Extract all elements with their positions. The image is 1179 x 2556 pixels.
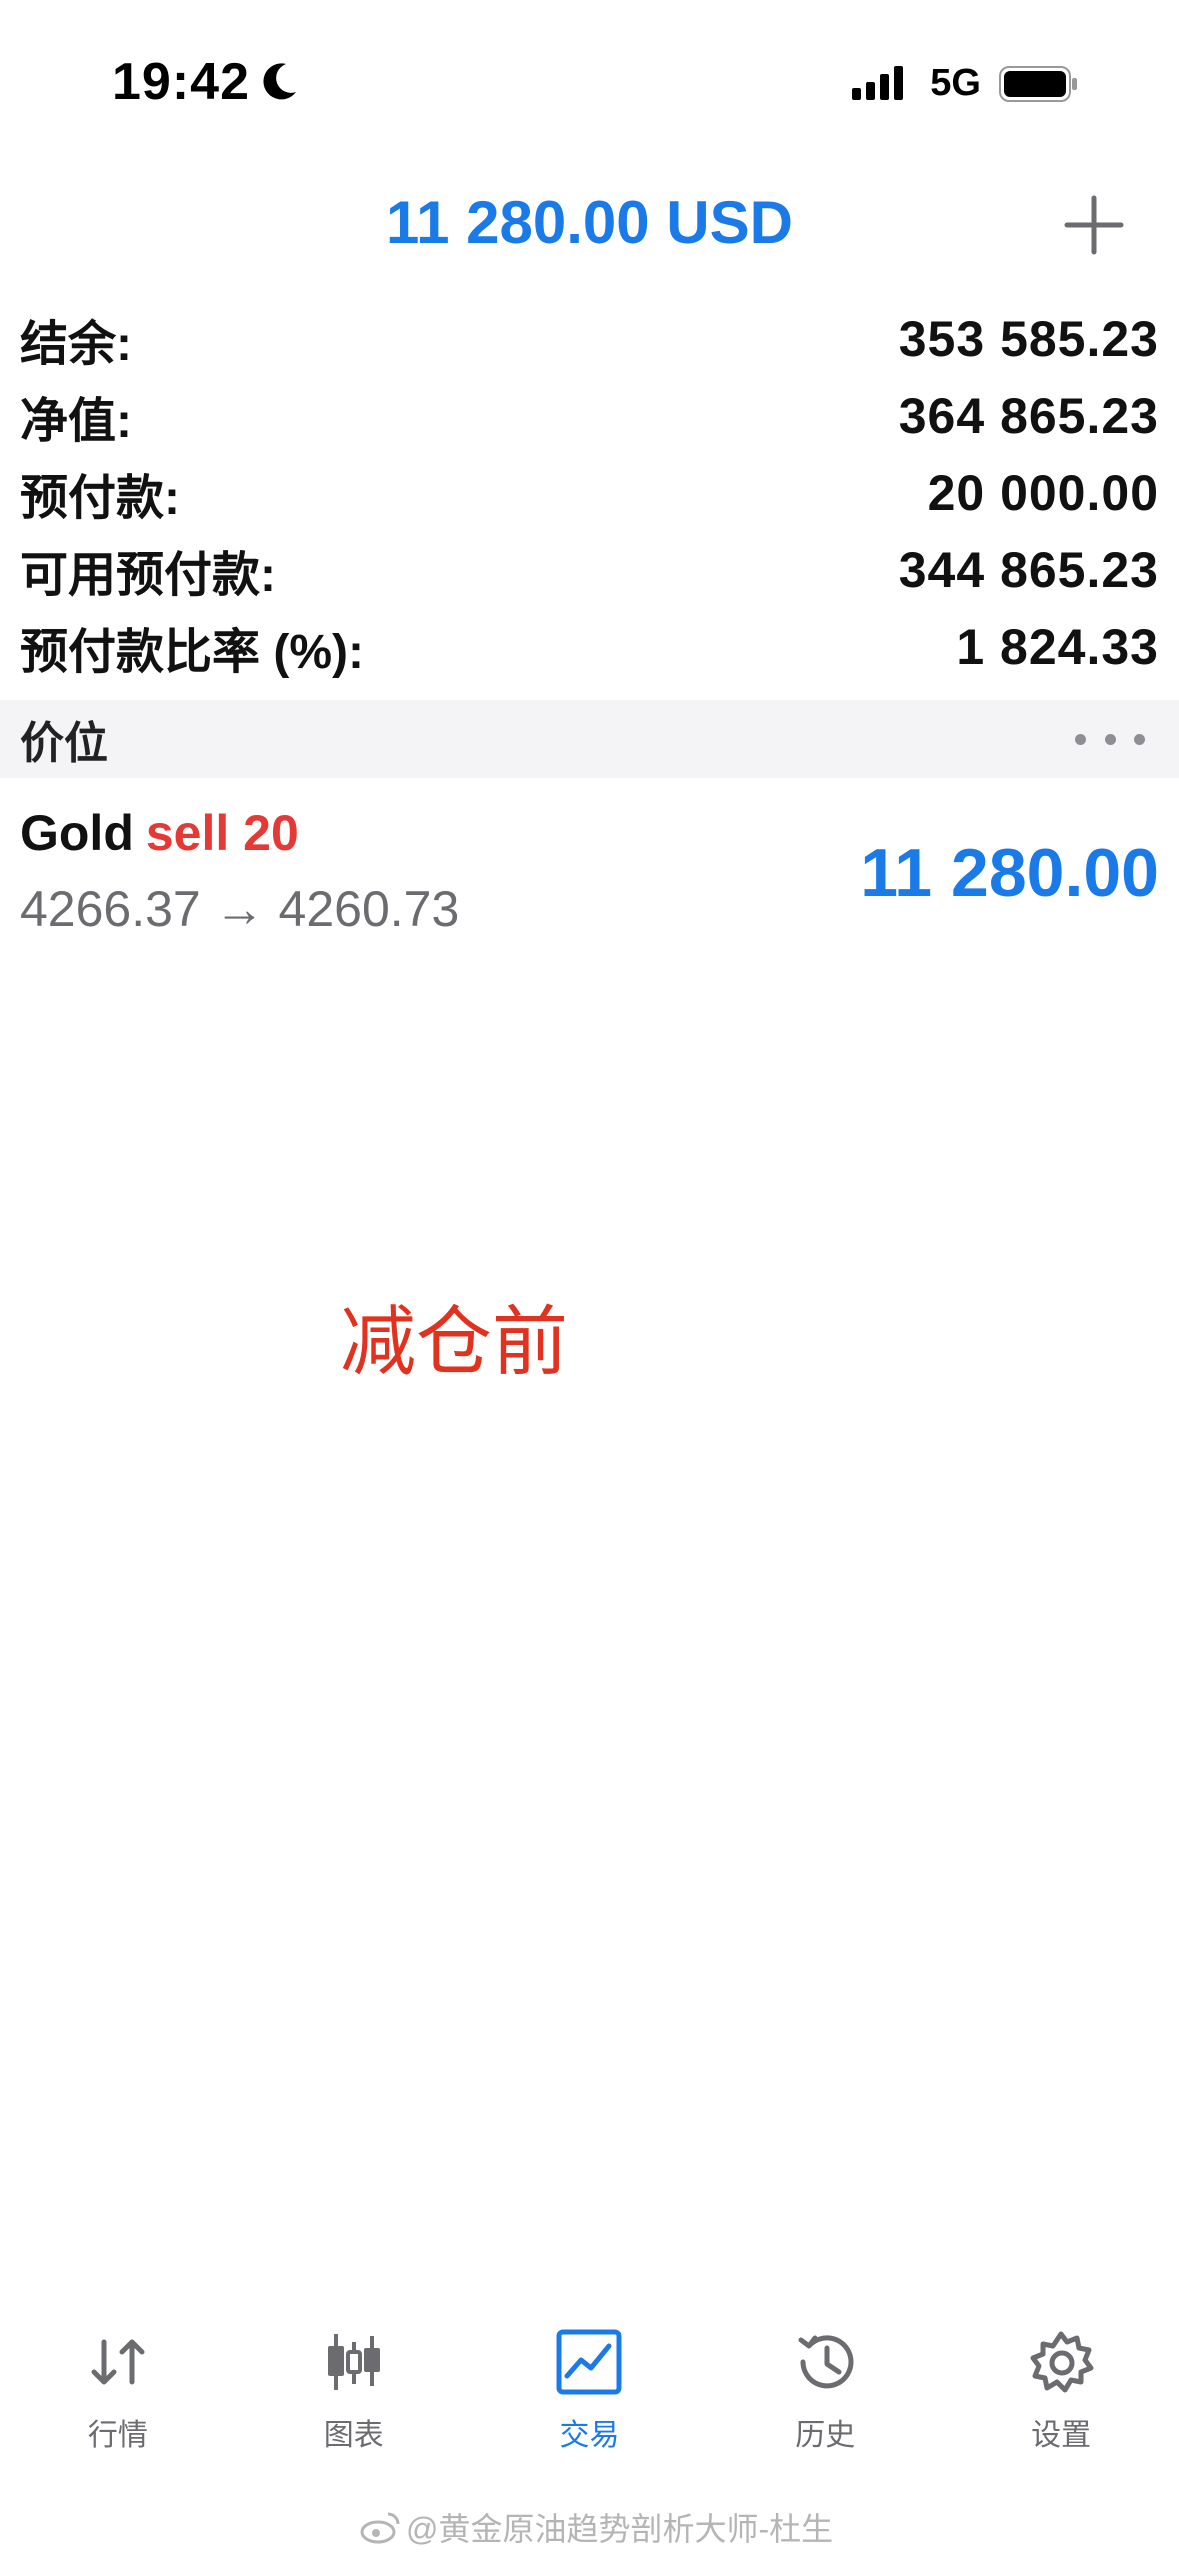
signal-icon — [852, 65, 904, 100]
more-options-button[interactable] — [1075, 719, 1145, 759]
history-clock-icon — [798, 2335, 854, 2389]
network-label: 5G — [930, 62, 981, 104]
summary-label: 可用预付款: — [20, 548, 276, 602]
tab-bar: 行情 图表 交易 历史 设置 — [0, 2300, 1179, 2470]
more-dots-icon — [1134, 733, 1145, 745]
tab-trade[interactable]: 交易 — [472, 2300, 708, 2470]
tab-label: 图表 — [323, 2419, 384, 2452]
candlestick-chart-icon — [327, 2334, 380, 2390]
status-time-text: 19:42 — [112, 53, 250, 111]
positions-section-header: 价位 — [0, 700, 1179, 778]
summary-row-margin-level: 预付款比率 (%): 1 824.33 — [0, 608, 1179, 685]
summary-value: 1 824.33 — [956, 618, 1159, 675]
summary-row-margin: 预付款: 20 000.00 — [0, 454, 1179, 531]
tab-label: 设置 — [1031, 2419, 1092, 2452]
trade-chart-icon — [556, 2329, 622, 2395]
summary-row-balance: 结余: 353 585.23 — [0, 300, 1179, 377]
tab-quotes[interactable]: 行情 — [0, 2300, 236, 2470]
position-side-volume: sell 20 — [145, 805, 299, 861]
watermark: @黄金原油趋势剖析大师-杜生 — [360, 2504, 833, 2550]
tab-label: 交易 — [559, 2419, 620, 2452]
watermark-text: @黄金原油趋势剖析大师-杜生 — [406, 2511, 834, 2547]
section-title: 价位 — [20, 719, 108, 768]
more-dots-icon — [1075, 733, 1086, 745]
position-row[interactable]: Gold sell 20 4266.37 → 4260.73 11 280.00 — [0, 790, 1179, 960]
summary-label: 预付款比率 (%): — [20, 625, 364, 679]
tab-label: 历史 — [795, 2419, 856, 2452]
position-title: Gold sell 20 — [20, 804, 299, 862]
total-profit: 11 280.00 USD — [386, 189, 793, 256]
status-time: 19:42 — [112, 52, 300, 112]
quotes-arrows-icon — [91, 2339, 145, 2385]
moon-icon — [263, 63, 296, 100]
summary-value: 364 865.23 — [898, 387, 1159, 444]
status-right: 5G — [852, 62, 1079, 105]
position-profit: 11 280.00 — [860, 835, 1159, 911]
summary-value: 344 865.23 — [898, 541, 1159, 598]
status-bar: 19:42 5G — [0, 0, 1179, 170]
add-order-button[interactable] — [1059, 190, 1129, 260]
more-dots-icon — [1104, 733, 1116, 745]
summary-row-equity: 净值: 364 865.23 — [0, 377, 1179, 454]
annotation-text: 减仓前 — [340, 1297, 568, 1386]
tab-settings[interactable]: 设置 — [943, 2300, 1179, 2470]
gear-icon — [1030, 2331, 1094, 2393]
summary-row-free-margin: 可用预付款: 344 865.23 — [0, 531, 1179, 608]
header: 11 280.00 USD — [0, 170, 1179, 280]
plus-icon — [1064, 195, 1124, 255]
account-summary: 结余: 353 585.23 净值: 364 865.23 预付款: 20 00… — [0, 300, 1179, 685]
summary-label: 预付款: — [20, 471, 180, 525]
summary-value: 353 585.23 — [898, 310, 1159, 367]
summary-value: 20 000.00 — [927, 464, 1159, 521]
weibo-logo-icon — [360, 2512, 400, 2544]
summary-label: 结余: — [20, 317, 132, 371]
summary-label: 净值: — [20, 394, 132, 448]
battery-icon — [999, 65, 1077, 102]
position-symbol: Gold — [20, 805, 134, 861]
tab-charts[interactable]: 图表 — [236, 2300, 472, 2470]
position-prices: 4266.37 → 4260.73 — [20, 881, 460, 937]
tab-history[interactable]: 历史 — [707, 2300, 943, 2470]
tab-label: 行情 — [87, 2419, 148, 2452]
